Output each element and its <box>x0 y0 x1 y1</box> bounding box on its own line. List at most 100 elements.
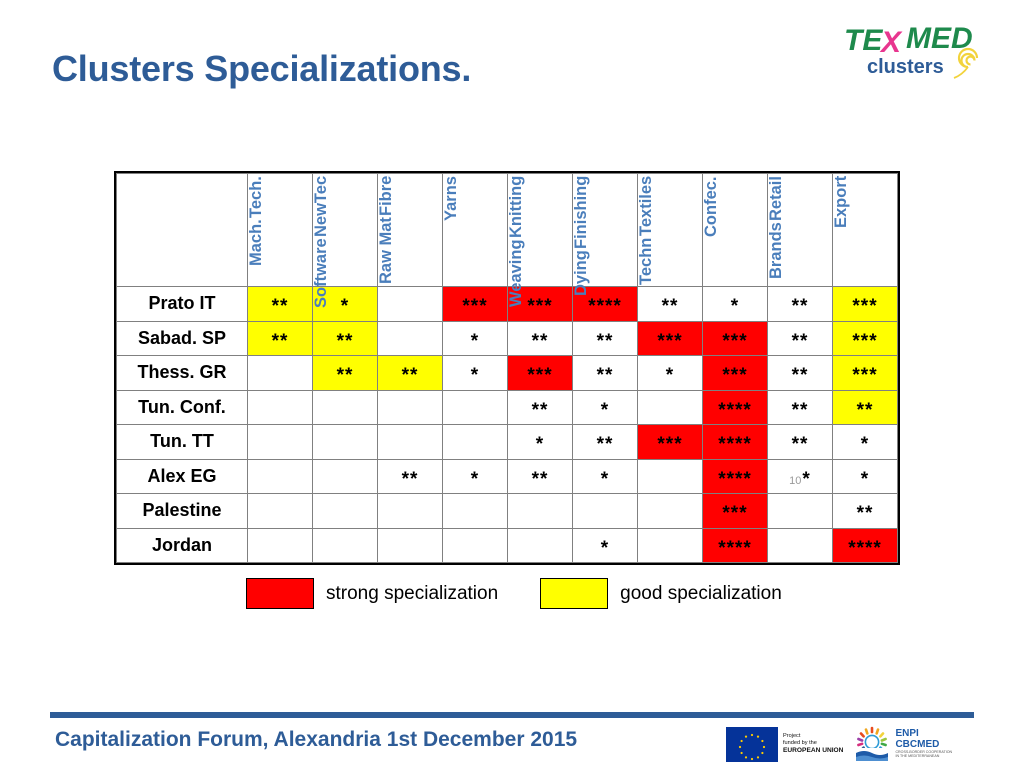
column-header-label: Techn Textiles <box>637 176 655 285</box>
table-cell <box>377 527 443 563</box>
table-cell <box>637 458 703 494</box>
table-cell: ** <box>377 458 443 494</box>
cell-rating-stars: ** <box>856 503 874 525</box>
eu-line-1: Project <box>783 732 801 739</box>
table-cell <box>312 527 378 563</box>
cell-rating-stars: ** <box>856 399 874 421</box>
table-column-header-yarns: Yarns <box>442 173 508 287</box>
cell-rating-stars: ** <box>791 365 809 387</box>
cell-rating-stars: ** <box>336 365 354 387</box>
column-header-line: Confec. <box>702 176 720 237</box>
column-header-line: NewTec <box>312 176 330 238</box>
table-cell <box>247 355 313 391</box>
table-row: Tun. TT * ** *** **** ** * <box>116 424 898 460</box>
cell-rating-stars: * <box>470 330 480 352</box>
legend-label-strong: strong specialization <box>326 582 499 604</box>
cell-rating-stars: **** <box>588 296 622 318</box>
column-header-line: Export <box>832 176 850 229</box>
table-cell: * <box>832 424 898 460</box>
table-row-label: Palestine <box>116 493 248 529</box>
logo-clusters-text: clusters <box>867 56 944 78</box>
table-row-label: Thess. GR <box>116 355 248 391</box>
eu-stars-icon <box>738 733 766 760</box>
table-cell: ** <box>767 355 833 391</box>
cell-rating-stars: * <box>665 365 675 387</box>
column-header-line: Software <box>312 238 330 308</box>
table-cell <box>637 527 703 563</box>
table-header: Mach. Tech. Software NewTec Raw Mat Fibre Yarn… <box>116 173 898 308</box>
column-header-label: Brands Retail <box>767 176 785 284</box>
table-row-label: Sabad. SP <box>116 320 248 356</box>
column-header-label: Dying Finishing <box>572 176 590 296</box>
cell-rating-stars: * <box>535 434 545 456</box>
cell-note: 10 <box>789 474 802 487</box>
cell-rating-stars: * <box>600 537 610 559</box>
cell-rating-stars: *** <box>657 434 683 456</box>
table-cell <box>247 424 313 460</box>
column-header-label: Yarns <box>442 176 460 284</box>
column-header-line: Yarns <box>442 176 460 221</box>
legend-swatch-strong <box>246 578 314 609</box>
column-header-line: Mach. <box>247 218 265 266</box>
table-cell <box>312 389 378 425</box>
enpi-cbcmed-text: ENPI CBCMED CROSS-BORDER COOPERATION IN … <box>895 729 952 759</box>
table-row-label: Alex EG <box>116 458 248 494</box>
table-row: Sabad. SP ** ** * ** ** *** *** ** *** <box>116 320 898 356</box>
table-cell: **** <box>832 527 898 563</box>
table-cell: *** <box>702 493 768 529</box>
table-cell <box>377 493 443 529</box>
table-cell: * <box>507 424 573 460</box>
cell-rating-stars: ** <box>596 330 614 352</box>
cell-rating-stars: *** <box>527 296 553 318</box>
cell-rating-stars: **** <box>718 537 752 559</box>
table-cell: ** <box>312 355 378 391</box>
table-cell: * <box>832 458 898 494</box>
column-header-label: Confec. <box>702 176 720 284</box>
table-row-label: Prato IT <box>116 286 248 322</box>
cell-rating-stars: * <box>802 468 811 490</box>
table-cell <box>442 527 508 563</box>
table-cell: ** <box>832 389 898 425</box>
specializations-table: Mach. Tech. Software NewTec Raw Mat Fibre Yarn… <box>114 171 900 565</box>
cell-rating-stars: *** <box>852 330 878 352</box>
table-cell: * <box>637 355 703 391</box>
enpi-line-4: IN THE MEDITERRANEAN <box>895 754 940 758</box>
table-cell: * <box>572 458 638 494</box>
table-row-label: Tun. Conf. <box>116 389 248 425</box>
table-cell: ** <box>572 320 638 356</box>
cell-rating-stars: *** <box>527 365 553 387</box>
column-header-line: Weaving <box>507 239 525 307</box>
column-header-line: Retail <box>767 176 785 221</box>
table-cell: ** <box>312 320 378 356</box>
legend: strong specialization good specializatio… <box>246 578 782 609</box>
table-cell: * <box>572 527 638 563</box>
cell-rating-stars: * <box>860 468 870 490</box>
logo-x-text: X <box>879 26 903 59</box>
table-cell <box>767 527 833 563</box>
texmed-logo-svg: TE X MED clusters <box>844 22 979 79</box>
table-cell: *** <box>832 355 898 391</box>
column-header-label: Mach. Tech. <box>247 176 265 284</box>
enpi-sun-waves-icon <box>853 726 891 762</box>
table-cell: ** <box>572 355 638 391</box>
table-cell: ** <box>767 389 833 425</box>
column-header-line: Techn <box>637 237 655 285</box>
table-cell <box>377 286 443 322</box>
table-cell: ** <box>832 493 898 529</box>
table-cell <box>312 424 378 460</box>
table-row: Thess. GR ** ** * *** ** * *** ** *** <box>116 355 898 391</box>
table-cell: *** <box>832 286 898 322</box>
column-header-line: Brands <box>767 221 785 279</box>
cell-rating-stars: * <box>470 468 480 490</box>
table-cell <box>312 493 378 529</box>
table-column-header-brands-retail: Brands Retail <box>767 173 833 287</box>
table-cell: *** <box>702 320 768 356</box>
table-cell <box>247 527 313 563</box>
footer-logos: Project funded by the EUROPEAN UNION ENP… <box>726 726 952 762</box>
legend-item-strong: strong specialization <box>246 578 498 609</box>
cell-rating-stars: *** <box>657 330 683 352</box>
cell-rating-stars: ** <box>661 296 679 318</box>
table-body: Prato IT ** * *** *** **** ** * ** *** Sabad. SP **… <box>116 286 898 563</box>
cell-rating-stars: * <box>730 296 740 318</box>
table-cell: * <box>442 355 508 391</box>
